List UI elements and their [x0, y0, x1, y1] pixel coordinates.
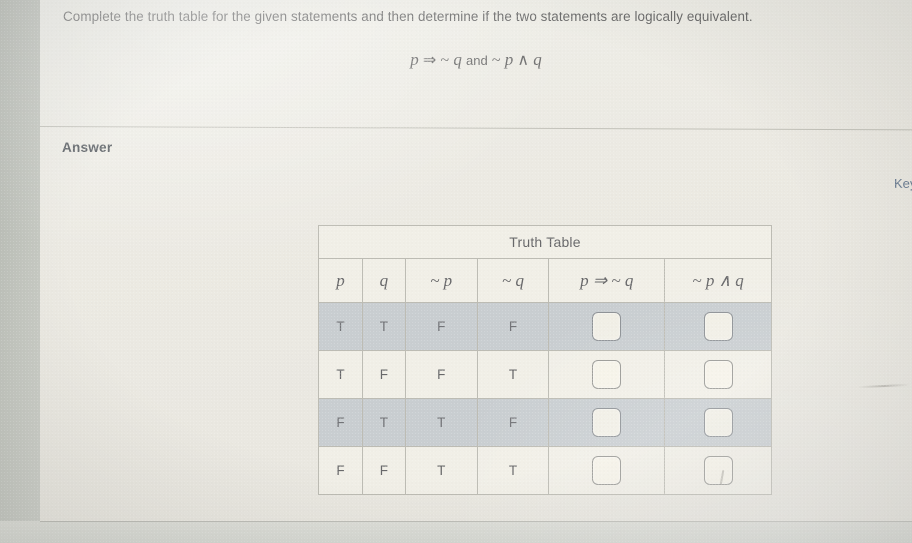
tilde-icon-1: ~	[440, 52, 450, 69]
answer-input-np_and_q-row2[interactable]	[703, 360, 733, 389]
question-card: Complete the truth table for the given s…	[39, 0, 912, 521]
cell-np: F	[404, 350, 478, 399]
cell-p_implies_nq	[548, 398, 666, 447]
column-header-not-p-and-q: ~ p ∧ q	[664, 258, 772, 303]
cell-np: T	[404, 446, 478, 495]
cell-np_and_q	[664, 446, 772, 495]
cell-p: T	[318, 302, 363, 351]
cell-p_implies_nq	[548, 446, 666, 495]
section-divider	[39, 126, 912, 131]
tilde-icon-2: ~	[491, 52, 501, 69]
cell-q: T	[361, 398, 406, 447]
answer-heading: Answer	[62, 140, 113, 155]
statement-right-p: p	[504, 50, 514, 69]
answer-input-p_implies_nq-row4[interactable]	[592, 456, 622, 485]
cell-np: F	[404, 302, 478, 351]
cell-q: F	[361, 350, 406, 399]
question-prompt: Complete the truth table for the given s…	[63, 9, 753, 24]
cell-np: T	[404, 398, 478, 447]
cell-p: F	[318, 398, 363, 447]
photographed-screen: Complete the truth table for the given s…	[0, 0, 912, 543]
cell-np_and_q	[664, 350, 772, 399]
keypad-link[interactable]: Key	[894, 176, 912, 191]
cell-q: T	[361, 302, 406, 351]
answer-input-p_implies_nq-row3[interactable]	[592, 408, 622, 437]
column-header-p: p	[318, 258, 363, 303]
cell-nq: T	[476, 350, 550, 399]
statement-left-q: q	[453, 50, 462, 69]
column-header-p-implies-not-q: p ⇒ ~ q	[548, 258, 666, 303]
truth-table: Truth Table p q ~ p ~ q p ⇒ ~ q ~ p ∧ q …	[318, 225, 772, 495]
cell-np_and_q	[664, 398, 772, 447]
logic-statement: p ⇒ ~ q and ~ p ∧ q	[40, 50, 912, 70]
table-row: FFTT	[318, 446, 772, 495]
cell-nq: T	[476, 446, 550, 495]
answer-input-np_and_q-row3[interactable]	[703, 408, 733, 437]
table-row: FTTF	[318, 398, 772, 447]
cell-p_implies_nq	[548, 350, 666, 399]
column-header-not-p: ~ p	[404, 258, 478, 303]
cell-p: T	[318, 350, 363, 399]
cell-nq: F	[476, 302, 550, 351]
cell-p_implies_nq	[548, 302, 666, 351]
truth-table-title: Truth Table	[318, 225, 772, 259]
table-row: TFFT	[318, 350, 772, 399]
statement-conjunction-word: and	[465, 53, 488, 68]
truth-table-body: TTFFTFFTFTTFFFTT	[318, 302, 772, 495]
table-row: TTFF	[318, 302, 772, 351]
answer-input-np_and_q-row1[interactable]	[703, 312, 733, 341]
truth-table-container: Truth Table p q ~ p ~ q p ⇒ ~ q ~ p ∧ q …	[318, 225, 772, 495]
answer-input-np_and_q-row4[interactable]	[703, 456, 733, 485]
column-header-q: q	[361, 258, 406, 303]
cell-p: F	[318, 446, 363, 495]
cell-nq: F	[476, 398, 550, 447]
page-left-gutter	[0, 0, 40, 543]
answer-input-p_implies_nq-row2[interactable]	[592, 360, 622, 389]
statement-right-q: q	[533, 50, 542, 69]
column-header-not-q: ~ q	[476, 258, 550, 303]
truth-table-title-row: Truth Table	[318, 225, 772, 259]
photo-artifact-streak	[857, 383, 911, 389]
cell-np_and_q	[664, 302, 772, 351]
answer-input-p_implies_nq-row1[interactable]	[592, 312, 622, 341]
page-bottom-strip	[0, 521, 912, 543]
truth-table-header-row: p q ~ p ~ q p ⇒ ~ q ~ p ∧ q	[318, 258, 772, 303]
cell-q: F	[361, 446, 406, 495]
wedge-icon: ∧	[517, 52, 530, 69]
implies-icon: ⇒	[422, 52, 437, 69]
statement-left-variable: p	[410, 50, 419, 69]
